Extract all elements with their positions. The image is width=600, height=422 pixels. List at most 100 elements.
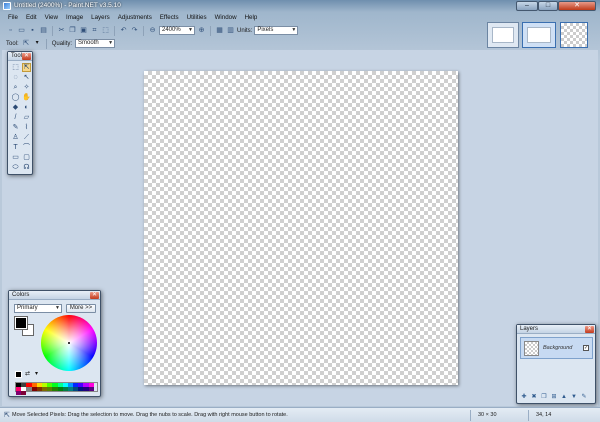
paintbrush-icon[interactable]: / <box>11 113 20 122</box>
color-wheel-cursor <box>68 342 70 344</box>
line-curve-icon[interactable]: ⌒ <box>22 143 31 152</box>
paste-icon[interactable]: ▣ <box>79 26 88 35</box>
color-palette <box>15 382 98 395</box>
menu-adjustments[interactable]: Adjustments <box>114 13 156 23</box>
image-thumbnail[interactable] <box>522 22 556 48</box>
palette-swatch[interactable] <box>21 391 27 395</box>
image-size: 30 × 30 <box>478 412 497 418</box>
move-selected-pixels-icon: ⇱ <box>4 412 10 419</box>
move-selection-icon[interactable]: ↖ <box>22 73 31 82</box>
chevron-down-icon[interactable]: ▾ <box>34 40 41 47</box>
image-canvas[interactable] <box>144 71 458 385</box>
image-thumbnail-strip <box>484 19 598 50</box>
status-separator <box>528 410 529 421</box>
colors-panel: Colors ✕ Primary ▼ More >> ⇄ ▾ <box>8 290 101 397</box>
redo-icon[interactable]: ↷ <box>130 26 139 35</box>
more-colors-button[interactable]: More >> <box>66 304 96 313</box>
color-mini-icons: ⇄ ▾ <box>15 371 40 378</box>
title-bar[interactable]: Untitled (2400%) - Paint.NET v3.5.10 – □… <box>0 0 600 12</box>
delete-layer-icon[interactable]: ✖ <box>530 393 538 401</box>
lasso-select-icon[interactable]: ◌ <box>11 73 20 82</box>
menu-view[interactable]: View <box>41 13 62 23</box>
image-thumbnail-active[interactable] <box>560 22 588 48</box>
layer-visibility-checkbox[interactable]: ✓ <box>583 345 589 351</box>
menu-help[interactable]: Help <box>241 13 262 23</box>
tool-picker-icon[interactable]: ⇱ <box>22 39 31 48</box>
tools-panel-header[interactable]: Tools ✕ <box>8 52 32 61</box>
chevron-down-icon[interactable]: ▾ <box>33 371 40 378</box>
color-mode-combo[interactable]: Primary ▼ <box>14 304 62 313</box>
swap-colors-icon[interactable]: ⇄ <box>24 371 31 378</box>
undo-icon[interactable]: ↶ <box>119 26 128 35</box>
window-title: Untitled (2400%) - Paint.NET v3.5.10 <box>14 2 121 9</box>
layer-properties-icon[interactable]: ✎ <box>580 393 588 401</box>
gradient-icon[interactable]: ◐ <box>22 103 31 112</box>
pencil-icon[interactable]: ✎ <box>11 123 20 132</box>
chevron-down-icon: ▼ <box>188 27 193 33</box>
image-thumbnail[interactable] <box>487 22 519 48</box>
zoom-combo[interactable]: 2400% ▼ <box>159 26 195 35</box>
move-layer-down-icon[interactable]: ▼ <box>570 393 578 401</box>
layer-item[interactable]: Background ✓ <box>520 337 593 359</box>
layers-panel-header[interactable]: Layers ✕ <box>517 325 595 334</box>
units-label: Units: <box>237 27 253 34</box>
duplicate-layer-icon[interactable]: ❐ <box>540 393 548 401</box>
rulers-icon[interactable]: ▥ <box>226 26 235 35</box>
tools-grid: ⬚ ⇱ ◌ ↖ ⌕ ✧ ◯ ✋ ◆ ◐ / ▱ ✎ ⌇ ♙ ⟋ T ⌒ ▭ ▢ … <box>8 61 32 174</box>
paint-bucket-icon[interactable]: ◆ <box>11 103 20 112</box>
grid-icon[interactable]: ▦ <box>215 26 224 35</box>
tool-options-bar: Tool: ⇱ ▾ Quality: Smooth ▼ <box>4 38 484 49</box>
quality-combo[interactable]: Smooth ▼ <box>75 39 116 48</box>
eraser-icon[interactable]: ▱ <box>22 113 31 122</box>
freeform-shape-icon[interactable]: ☊ <box>22 163 31 172</box>
save-icon[interactable]: ▪ <box>28 26 37 35</box>
clone-stamp-icon[interactable]: ♙ <box>11 133 20 142</box>
menu-layers[interactable]: Layers <box>87 13 114 23</box>
rectangle-select-icon[interactable]: ⬚ <box>11 63 20 72</box>
status-separator <box>470 410 471 421</box>
zoom-icon[interactable]: ⌕ <box>11 83 20 92</box>
rectangle-icon[interactable]: ▭ <box>11 153 20 162</box>
cut-icon[interactable]: ✂ <box>57 26 66 35</box>
menu-image[interactable]: Image <box>62 13 87 23</box>
close-icon[interactable]: ✕ <box>90 292 99 299</box>
rounded-rectangle-icon[interactable]: ▢ <box>22 153 31 162</box>
zoom-out-icon[interactable]: ⊖ <box>148 26 157 35</box>
new-file-icon[interactable]: ▫ <box>6 26 15 35</box>
close-icon[interactable]: ✕ <box>585 326 594 333</box>
ellipse-icon[interactable]: ⬭ <box>11 163 20 172</box>
add-layer-icon[interactable]: ✚ <box>520 393 528 401</box>
close-button[interactable]: ✕ <box>558 1 596 11</box>
text-icon[interactable]: T <box>11 143 20 152</box>
menu-window[interactable]: Window <box>211 13 241 23</box>
maximize-button[interactable]: □ <box>538 1 558 11</box>
pan-icon[interactable]: ✋ <box>22 93 31 102</box>
tool-label: Tool: <box>6 40 19 47</box>
crop-icon[interactable]: ⌗ <box>90 26 99 35</box>
move-layer-up-icon[interactable]: ▲ <box>560 393 568 401</box>
app-icon <box>3 2 11 10</box>
copy-icon[interactable]: ❐ <box>68 26 77 35</box>
reset-colors-icon[interactable] <box>15 371 22 378</box>
magic-wand-icon[interactable]: ✧ <box>22 83 31 92</box>
minimize-button[interactable]: – <box>516 1 538 11</box>
print-icon[interactable]: ▤ <box>39 26 48 35</box>
ellipse-select-icon[interactable]: ◯ <box>11 93 20 102</box>
recolor-icon[interactable]: ⟋ <box>22 133 31 142</box>
menu-edit[interactable]: Edit <box>22 13 41 23</box>
deselect-icon[interactable]: ⬚ <box>101 26 110 35</box>
menu-utilities[interactable]: Utilities <box>183 13 211 23</box>
move-selected-pixels-icon[interactable]: ⇱ <box>22 63 31 72</box>
primary-color-swatch[interactable] <box>14 316 28 330</box>
open-file-icon[interactable]: ▭ <box>17 26 26 35</box>
zoom-in-icon[interactable]: ⊕ <box>197 26 206 35</box>
palette-swatch[interactable] <box>88 387 94 391</box>
colors-panel-header[interactable]: Colors ✕ <box>9 291 100 300</box>
close-icon[interactable]: ✕ <box>22 53 31 60</box>
merge-layer-icon[interactable]: ⊞ <box>550 393 558 401</box>
units-combo[interactable]: Pixels ▼ <box>254 26 299 35</box>
menu-file[interactable]: File <box>4 13 22 23</box>
layer-thumbnail <box>524 341 539 356</box>
color-picker-icon[interactable]: ⌇ <box>22 123 31 132</box>
menu-effects[interactable]: Effects <box>156 13 183 23</box>
